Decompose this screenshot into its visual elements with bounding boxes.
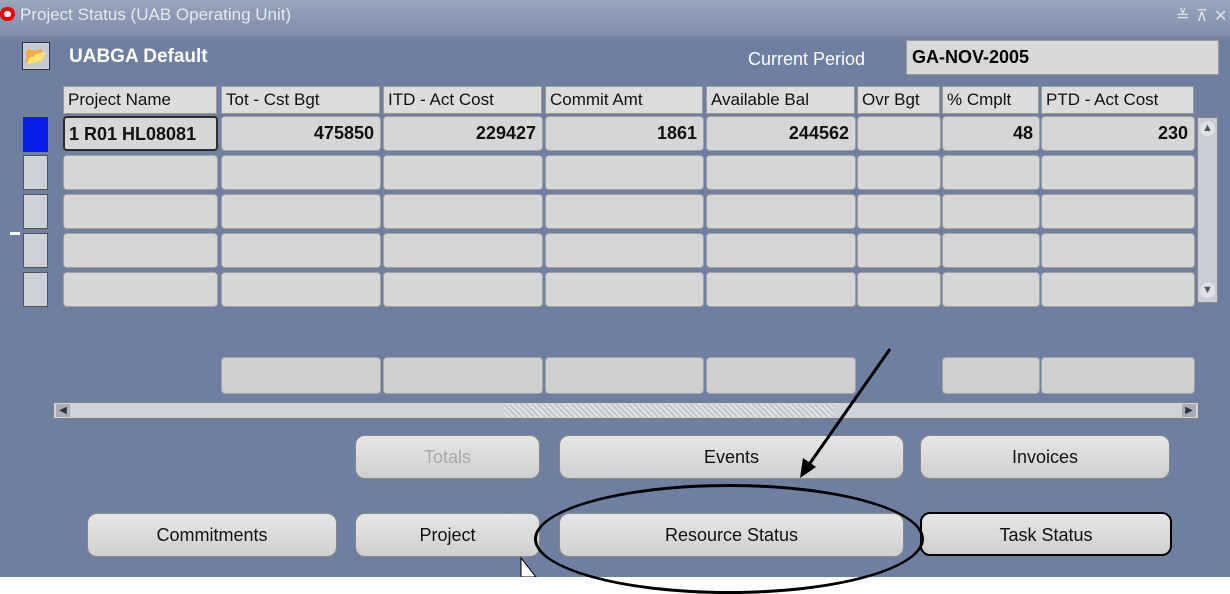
mouse-cursor-icon — [520, 556, 537, 577]
annotation-arrow — [520, 348, 892, 577]
